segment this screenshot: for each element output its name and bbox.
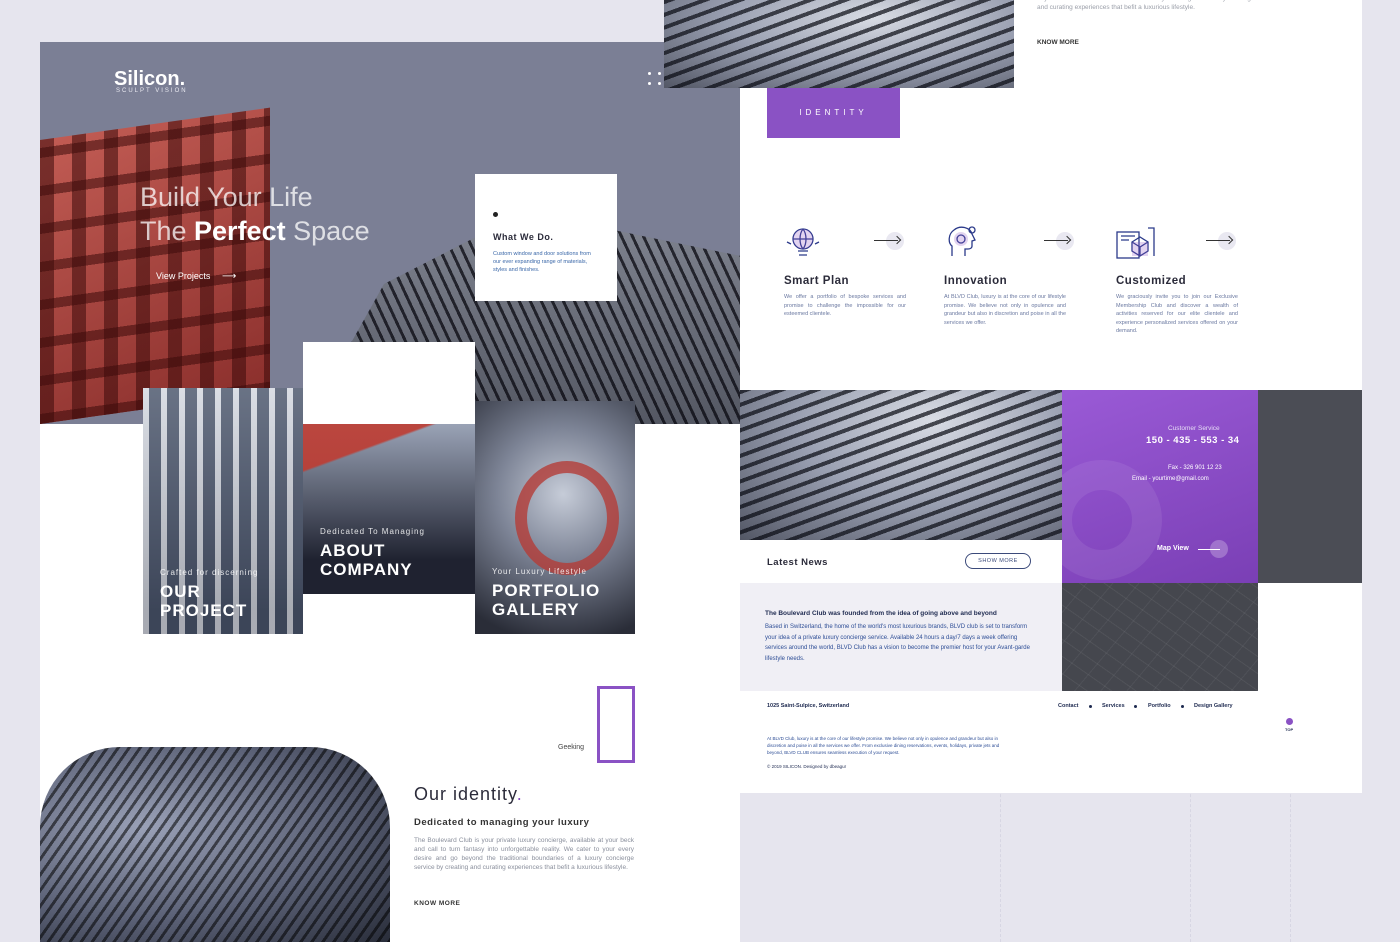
identity-tab[interactable]: IDENTITY: [767, 88, 900, 138]
identity-subheading: Dedicated to managing your luxury: [414, 817, 590, 828]
globe-lightbulb-icon: [782, 222, 826, 266]
map-view-link[interactable]: Map View: [1157, 545, 1189, 552]
feature-title: Innovation: [944, 275, 1008, 287]
contact-panel: [1062, 390, 1258, 583]
purple-frame-decoration: [597, 686, 635, 763]
separator-dot: [1134, 705, 1137, 708]
curved-building-photo: [664, 0, 1014, 88]
feature-text: We graciously invite you to join our Exc…: [1116, 294, 1238, 334]
hero-headline-line2: The Perfect Space: [140, 216, 370, 246]
feature-title: Customized: [1116, 275, 1187, 287]
tile-portfolio-gallery[interactable]: Your Luxury Lifestyle PORTFOLIO GALLERY: [475, 401, 635, 634]
feature-text: We offer a portfolio of bespoke services…: [784, 294, 906, 317]
map-image[interactable]: [1062, 583, 1258, 691]
know-more-link[interactable]: KNOW MORE: [1037, 39, 1079, 46]
footer-text: At BLVD Club, luxury is at the core of o…: [767, 736, 1000, 755]
curved-facade-photo: [740, 390, 1062, 540]
footer-link-design-gallery[interactable]: Design Gallery: [1194, 703, 1233, 709]
arrow-right-icon[interactable]: ⟶: [222, 271, 236, 282]
footer-link-contact[interactable]: Contact: [1058, 703, 1078, 709]
bullet-dot-icon: [493, 212, 498, 217]
tile-subtitle: Dedicated To Managing: [320, 527, 425, 536]
news-title[interactable]: The Boulevard Club was founded from the …: [765, 610, 997, 617]
our-identity-heading: Our identity.: [414, 784, 523, 804]
head-gears-icon: [942, 220, 986, 264]
back-to-top-dot-icon[interactable]: [1286, 718, 1293, 725]
what-we-do-title: What We Do.: [493, 232, 554, 242]
know-more-link[interactable]: KNOW MORE: [414, 900, 460, 907]
customized-arrow[interactable]: [1206, 231, 1236, 251]
separator-dot: [1089, 705, 1092, 708]
tile-title: ABOUT COMPANY: [320, 541, 413, 579]
tile-title: PORTFOLIO GALLERY: [492, 581, 601, 619]
wave-architecture-photo: [40, 707, 390, 942]
tile-subtitle: Your Luxury Lifestyle: [492, 567, 587, 576]
footer-link-portfolio[interactable]: Portfolio: [1148, 703, 1171, 709]
identity-body-text: The Boulevard Club is your private luxur…: [414, 837, 634, 871]
back-to-top-label[interactable]: TOP: [1285, 727, 1293, 732]
intro-text: beyond the traditional boundaries of a l…: [1037, 0, 1251, 11]
feature-text: At BLVD Club, luxury is at the core of o…: [944, 294, 1066, 326]
arrow-right-icon[interactable]: [1198, 540, 1228, 558]
blueprint-box-icon: [1114, 220, 1158, 264]
separator-dot: [1181, 705, 1184, 708]
smart-plan-arrow[interactable]: [874, 231, 904, 251]
what-we-do-card: What We Do. Custom window and door solut…: [475, 174, 617, 301]
red-building-photo: [40, 107, 270, 424]
fax-number: Fax - 326 901 12 23: [1168, 465, 1222, 471]
tile-title: OUR PROJECT: [160, 582, 248, 620]
menu-grid-icon[interactable]: [648, 72, 664, 88]
tile-subtitle: Crafted for discerning: [160, 568, 259, 577]
dark-block: [1258, 390, 1362, 583]
latest-news-heading: Latest News: [767, 557, 828, 568]
copyright: © 2019 SILICON. Designed by dbeagur: [767, 764, 847, 769]
footer-address: 1025 Saint-Sulpice, Switzerland: [767, 703, 850, 709]
view-projects-link[interactable]: View Projects: [156, 271, 210, 281]
hero-headline-line1: Build Your Life: [140, 182, 313, 212]
what-we-do-text: Custom window and door solutions from ou…: [493, 251, 591, 273]
news-body: Based in Switzerland, the home of the wo…: [765, 624, 1030, 662]
home-page-mockup: Silicon. SCULPT VISION Build Your Life T…: [40, 42, 740, 707]
brand-tagline: SCULPT VISION: [116, 88, 188, 94]
feature-title: Smart Plan: [784, 275, 850, 287]
phone-number[interactable]: 150 - 435 - 553 - 34: [1146, 435, 1239, 446]
email-address[interactable]: Email - yourtime@gmail.com: [1132, 476, 1209, 482]
customer-service-label: Customer Service: [1168, 425, 1220, 432]
footer-link-services[interactable]: Services: [1102, 703, 1125, 709]
tile-our-project[interactable]: Crafted for discerning OUR PROJECT: [143, 388, 303, 634]
show-more-button[interactable]: SHOW MORE: [965, 553, 1031, 569]
tile-about-company[interactable]: Dedicated To Managing ABOUT COMPANY: [303, 424, 475, 594]
geeking-label: Geeking: [558, 744, 585, 751]
innovation-arrow[interactable]: [1044, 231, 1074, 251]
